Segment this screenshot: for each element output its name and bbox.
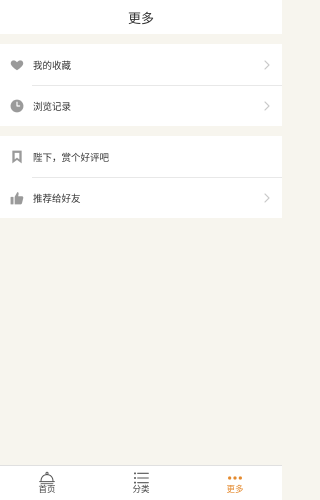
menu-group-1: 我的收藏 浏览记录 <box>0 44 282 126</box>
menu-item-label: 推荐给好友 <box>33 193 81 205</box>
clock-icon <box>10 99 24 113</box>
tab-home[interactable]: 首页 <box>0 466 94 500</box>
heart-icon <box>10 58 24 72</box>
page-title: 更多 <box>127 11 154 27</box>
section-gap <box>0 34 282 44</box>
menu-item-recommend[interactable]: 推荐给好友 <box>0 177 282 218</box>
chevron-right-icon <box>262 192 272 203</box>
cloche-icon <box>39 471 55 485</box>
menu-item-label: 浏览记录 <box>33 101 72 113</box>
tab-label: 更多 <box>226 485 244 496</box>
list-icon <box>133 471 149 485</box>
bottom-tab-bar: 首页 分类 更多 <box>0 465 282 500</box>
bookmark-icon <box>10 150 24 164</box>
menu-item-rate-app[interactable]: 陛下，赏个好评吧 <box>0 136 282 177</box>
tab-label: 分类 <box>132 485 150 496</box>
tab-label: 首页 <box>38 485 56 496</box>
menu-group-2: 陛下，赏个好评吧 推荐给好友 <box>0 136 282 218</box>
chevron-right-icon <box>262 100 272 111</box>
menu-item-label: 我的收藏 <box>33 60 72 72</box>
menu-item-history[interactable]: 浏览记录 <box>0 85 282 126</box>
thumbs-up-icon <box>10 191 24 205</box>
tab-category[interactable]: 分类 <box>94 466 188 500</box>
tab-more[interactable]: 更多 <box>188 466 282 500</box>
top-header: 更多 <box>0 0 282 34</box>
more-dots-icon <box>227 471 243 485</box>
section-gap <box>0 126 282 136</box>
menu-item-favorites[interactable]: 我的收藏 <box>0 44 282 85</box>
chevron-right-icon <box>262 59 272 70</box>
menu-item-label: 陛下，赏个好评吧 <box>33 152 110 164</box>
